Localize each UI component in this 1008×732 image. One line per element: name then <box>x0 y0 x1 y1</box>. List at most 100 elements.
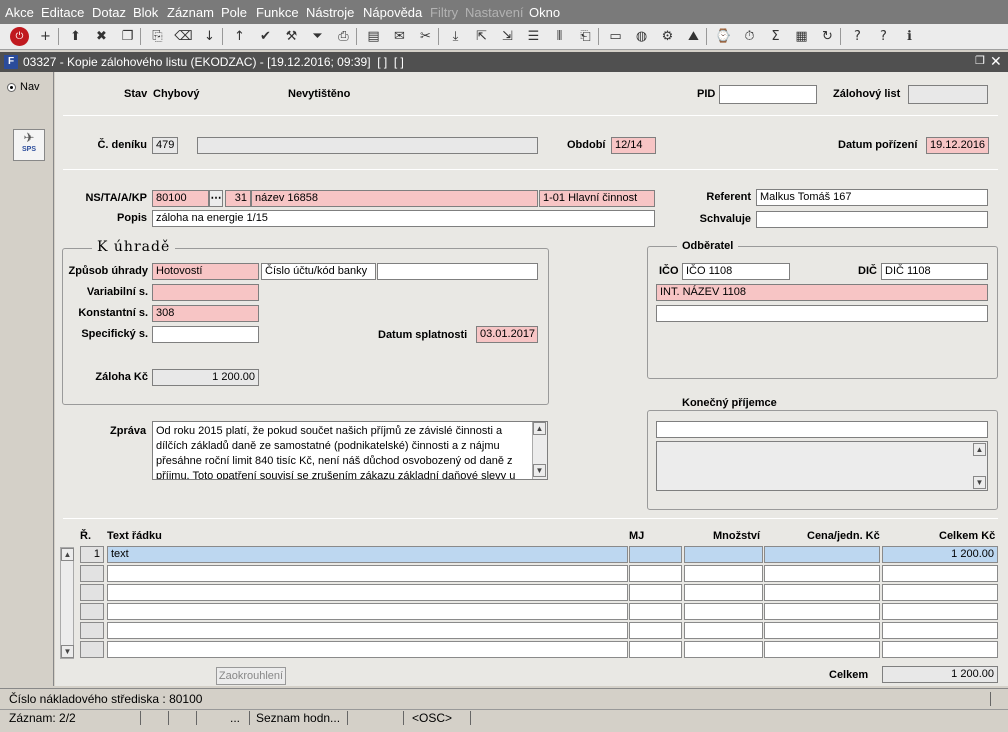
datum-splatnosti-field[interactable]: 03.01.2017 <box>476 326 538 343</box>
ucet-field[interactable] <box>377 263 538 280</box>
menu-funkce[interactable]: Funkce <box>256 5 299 20</box>
scroll-down-icon[interactable]: ▼ <box>973 476 986 489</box>
zpusob-uhrady-field[interactable]: Hotovostí <box>152 263 259 280</box>
cell-text[interactable] <box>107 584 628 601</box>
zprava-textarea[interactable]: Od roku 2015 platí, že pokud součet naši… <box>152 421 548 480</box>
print-icon[interactable]: ⎙ <box>334 27 353 46</box>
sum-icon[interactable]: Σ <box>766 27 785 46</box>
cell-mj[interactable] <box>629 622 682 639</box>
a-field[interactable]: název 16858 <box>251 190 538 207</box>
cell-text[interactable]: text <box>107 546 628 563</box>
odberatel-adresa-field[interactable] <box>656 305 988 322</box>
wrench-icon[interactable]: ⚒ <box>282 27 301 46</box>
menu-pole[interactable]: Pole <box>221 5 247 20</box>
cell-mnozstvi[interactable] <box>684 603 763 620</box>
restore-icon[interactable]: ❐ <box>975 54 985 67</box>
date-icon[interactable]: ⏱ <box>740 27 759 46</box>
denik-description-field[interactable] <box>197 137 538 154</box>
variabilni-field[interactable] <box>152 284 259 301</box>
chart-icon[interactable]: ⛰ <box>684 27 703 46</box>
cell-celkem[interactable] <box>882 622 998 639</box>
cell-cena[interactable] <box>764 546 880 563</box>
duplicate-icon[interactable]: ⎘ <box>148 27 167 46</box>
prijemce-field[interactable] <box>656 421 988 438</box>
zaloha-field[interactable]: 1 200.00 <box>152 369 259 386</box>
referent-field[interactable]: Malkus Tomáš 167 <box>756 189 988 206</box>
cell-mj[interactable] <box>629 584 682 601</box>
sort-asc-icon[interactable]: ↓ <box>200 27 219 46</box>
ico-field[interactable]: IČO 1108 <box>682 263 790 280</box>
round-button[interactable]: Zaokrouhlení <box>216 667 286 685</box>
cell-celkem[interactable] <box>882 641 998 658</box>
save-record-icon[interactable]: ⬆ <box>66 27 85 46</box>
cell-text[interactable] <box>107 622 628 639</box>
cell-text[interactable] <box>107 565 628 582</box>
menu-blok[interactable]: Blok <box>133 5 158 20</box>
cell-mnozstvi[interactable] <box>684 584 763 601</box>
menu-okno[interactable]: Okno <box>529 5 560 20</box>
scroll-down-icon[interactable]: ▼ <box>533 464 546 477</box>
kp-field[interactable]: 1-01 Hlavní činnost <box>539 190 655 207</box>
excel-icon[interactable]: ▦ <box>792 27 811 46</box>
dic-field[interactable]: DIČ 1108 <box>881 263 988 280</box>
cell-cena[interactable] <box>764 565 880 582</box>
scroll-up-icon[interactable]: ▲ <box>61 548 74 561</box>
cell-mnozstvi[interactable] <box>684 622 763 639</box>
cell-text[interactable] <box>107 641 628 658</box>
schvaluje-field[interactable] <box>756 211 988 228</box>
cell-cena[interactable] <box>764 584 880 601</box>
cell-mj[interactable] <box>629 546 682 563</box>
cell-mnozstvi[interactable] <box>684 546 763 563</box>
popis-field[interactable]: záloha na energie 1/15 <box>152 210 655 227</box>
menu-napoveda[interactable]: Nápověda <box>363 5 422 20</box>
scissors-icon[interactable]: ✂ <box>416 27 435 46</box>
question-icon[interactable]: ? <box>874 27 893 46</box>
menu-dotaz[interactable]: Dotaz <box>92 5 126 20</box>
filter-icon[interactable]: ⏷ <box>308 27 327 46</box>
nav-radio[interactable] <box>7 83 16 92</box>
info-icon[interactable]: ℹ <box>900 27 919 46</box>
ns-lookup-button[interactable]: ⋯ <box>209 190 223 207</box>
menu-akce[interactable]: Akce <box>5 5 34 20</box>
close-icon[interactable]: ✕ <box>990 53 1002 70</box>
calculator-icon[interactable]: ⌚ <box>714 27 733 46</box>
prijemce-note-textarea[interactable]: ▲ ▼ <box>656 441 988 491</box>
copy-icon[interactable]: ❐ <box>118 27 137 46</box>
columns-icon[interactable]: ⫴ <box>550 27 569 46</box>
menu-filtry[interactable]: Filtry <box>430 5 458 20</box>
cell-celkem[interactable]: 1 200.00 <box>882 546 998 563</box>
add-record-icon[interactable]: + <box>36 27 55 46</box>
cell-cena[interactable] <box>764 622 880 639</box>
specificky-field[interactable] <box>152 326 259 343</box>
scroll-up-icon[interactable]: ▲ <box>533 422 546 435</box>
odberatel-nazev-field[interactable]: INT. NÁZEV 1108 <box>656 284 988 301</box>
denik-field[interactable]: 479 <box>152 137 178 154</box>
ns-field[interactable]: 80100 <box>152 190 209 207</box>
menu-zaznam[interactable]: Záznam <box>167 5 214 20</box>
cell-mnozstvi[interactable] <box>684 565 763 582</box>
delete-record-icon[interactable]: ✖ <box>92 27 111 46</box>
pid-field[interactable] <box>719 85 817 104</box>
menu-nastroje[interactable]: Nástroje <box>306 5 354 20</box>
paste-icon[interactable]: ⤓ <box>446 27 465 46</box>
export-icon[interactable]: ⇱ <box>472 27 491 46</box>
obdobi-field[interactable]: 12/14 <box>611 137 656 154</box>
zprava-scrollbar[interactable]: ▲ ▼ <box>532 422 547 479</box>
table-scrollbar[interactable]: ▲ ▼ <box>60 547 74 659</box>
datum-porizeni-field[interactable]: 19.12.2016 <box>926 137 989 154</box>
page-icon[interactable]: ▭ <box>606 27 625 46</box>
cell-celkem[interactable] <box>882 603 998 620</box>
sort-desc-icon[interactable]: ↑ <box>230 27 249 46</box>
ta-field[interactable]: 31 <box>225 190 251 207</box>
celkem-total-field[interactable]: 1 200.00 <box>882 666 998 683</box>
cell-celkem[interactable] <box>882 584 998 601</box>
refresh-icon[interactable]: ↻ <box>818 27 837 46</box>
zalohovy-list-field[interactable] <box>908 85 988 104</box>
globe-icon[interactable]: ◍ <box>632 27 651 46</box>
list-icon[interactable]: ☰ <box>524 27 543 46</box>
clear-icon[interactable]: ⌫ <box>174 27 193 46</box>
cell-text[interactable] <box>107 603 628 620</box>
print-preview-icon[interactable]: ▤ <box>364 27 383 46</box>
settings-icon[interactable]: ⚙ <box>658 27 677 46</box>
check-icon[interactable]: ✔ <box>256 27 275 46</box>
